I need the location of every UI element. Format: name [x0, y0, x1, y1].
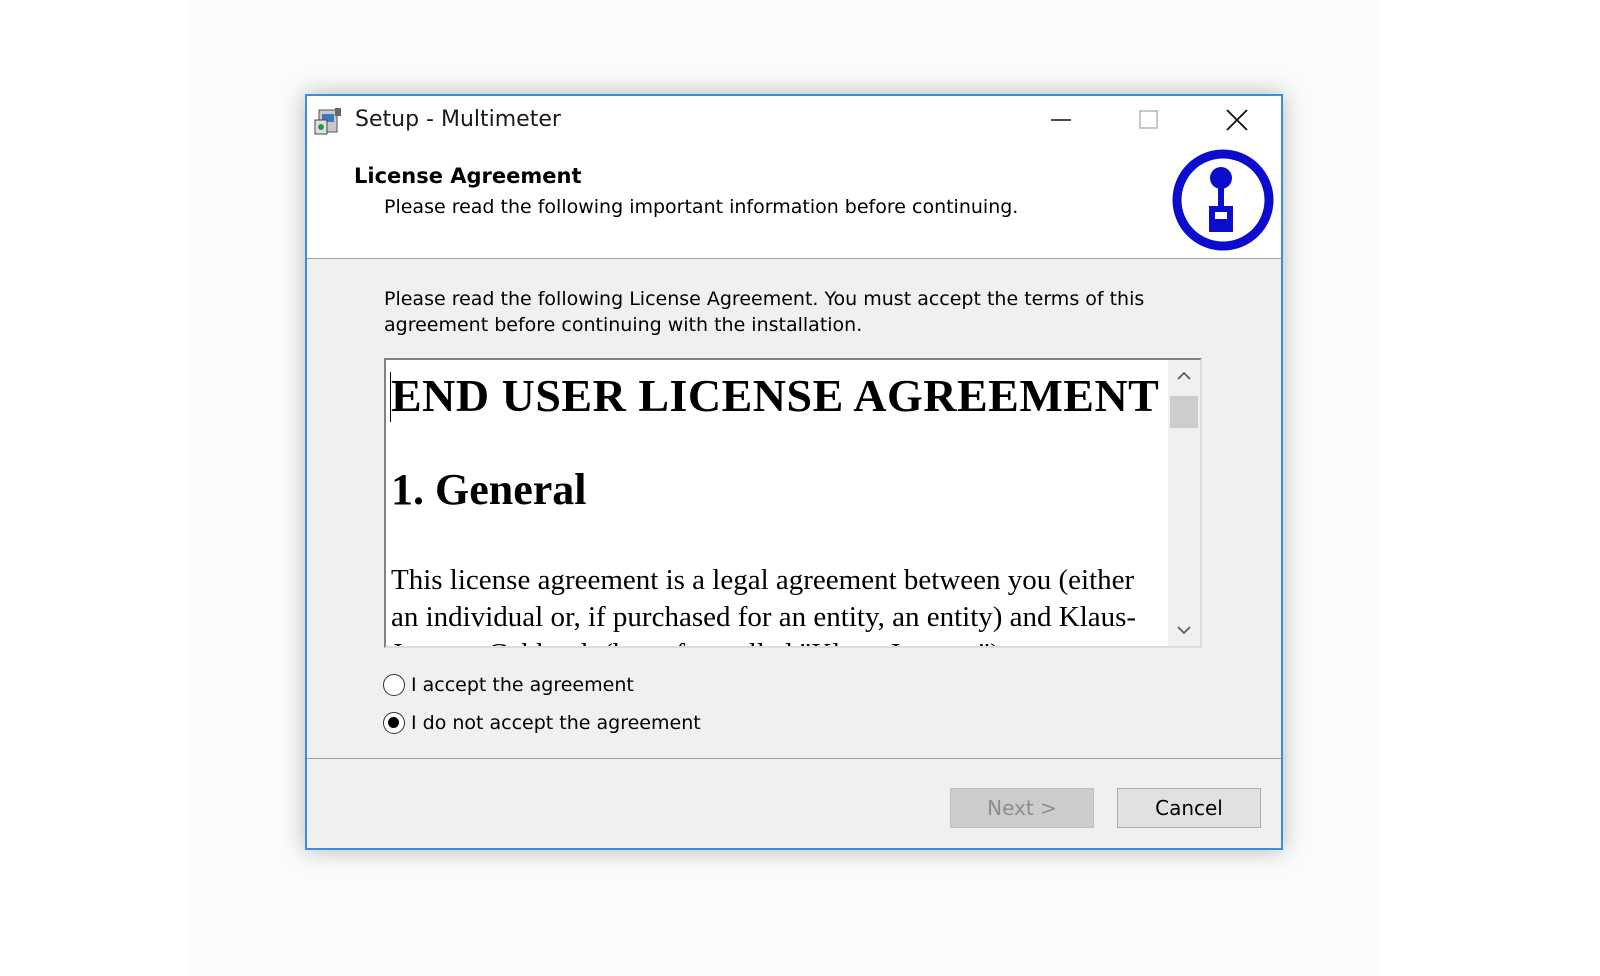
- license-section-title: 1. General: [391, 465, 587, 514]
- license-heading: END USER LICENSE AGREEMENT: [391, 370, 1160, 421]
- license-content: END USER LICENSE AGREEMENT 1. General Th…: [391, 360, 1161, 646]
- license-instructions: Please read the following License Agreem…: [384, 286, 1184, 338]
- page-title: License Agreement: [354, 164, 582, 188]
- multimeter-logo-icon: [1171, 148, 1275, 252]
- license-paragraph: This license agreement is a legal agreem…: [391, 564, 1137, 646]
- footer-divider: [307, 758, 1281, 759]
- license-text-box[interactable]: END USER LICENSE AGREEMENT 1. General Th…: [384, 358, 1202, 648]
- vertical-scrollbar[interactable]: [1168, 360, 1200, 646]
- scroll-down-button[interactable]: [1168, 614, 1200, 646]
- accept-agreement-option[interactable]: I accept the agreement: [383, 674, 634, 696]
- close-button[interactable]: [1197, 96, 1277, 144]
- accept-label: I accept the agreement: [411, 674, 634, 696]
- decline-radio[interactable]: [383, 712, 405, 734]
- scroll-up-button[interactable]: [1168, 360, 1200, 392]
- maximize-button[interactable]: [1109, 96, 1189, 144]
- chevron-up-icon: [1177, 371, 1191, 380]
- minimize-icon: [1051, 119, 1071, 121]
- instructions-line-1: Please read the following License Agreem…: [384, 288, 1145, 310]
- wizard-header: License Agreement Please read the follow…: [307, 144, 1281, 259]
- page-subtitle: Please read the following important info…: [384, 196, 1019, 218]
- scroll-thumb[interactable]: [1170, 396, 1198, 428]
- decline-label: I do not accept the agreement: [411, 712, 701, 734]
- instructions-line-2: agreement before continuing with the ins…: [384, 314, 863, 336]
- minimize-button[interactable]: [1021, 96, 1101, 144]
- accept-radio[interactable]: [383, 674, 405, 696]
- chevron-down-icon: [1177, 626, 1191, 635]
- next-button[interactable]: Next >: [950, 788, 1094, 828]
- window-title: Setup - Multimeter: [355, 107, 561, 132]
- title-bar[interactable]: Setup - Multimeter: [307, 96, 1281, 144]
- close-icon: [1226, 109, 1248, 131]
- decline-agreement-option[interactable]: I do not accept the agreement: [383, 712, 701, 734]
- cancel-button[interactable]: Cancel: [1117, 788, 1261, 828]
- maximize-icon: [1139, 110, 1158, 129]
- setup-window: Setup - Multimeter License Agreement Ple…: [305, 94, 1283, 850]
- setup-installer-icon: [313, 106, 345, 136]
